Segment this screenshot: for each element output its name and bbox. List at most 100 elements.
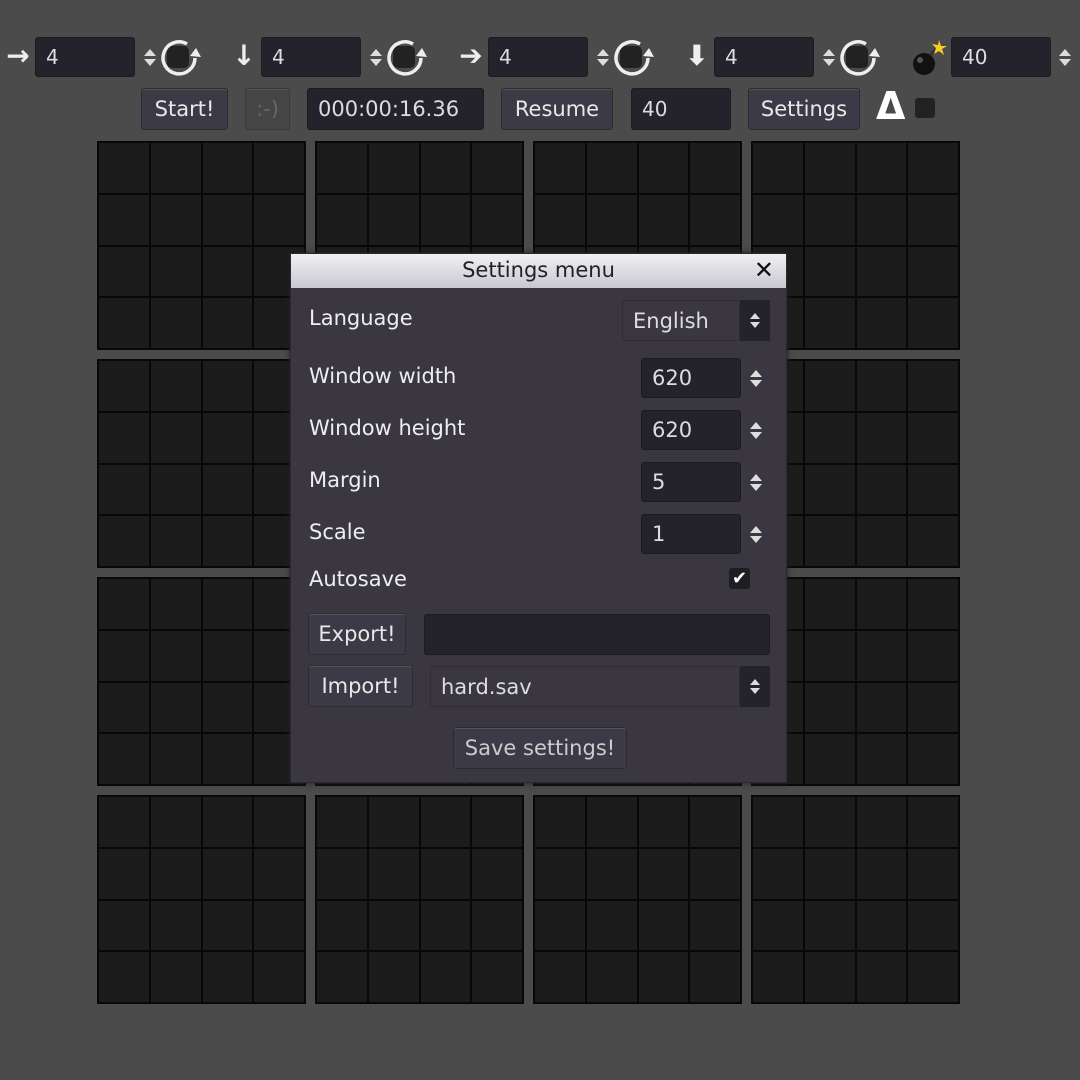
board-cell[interactable] [254,797,304,847]
board-cell[interactable] [150,516,201,566]
board-cell[interactable] [202,734,253,784]
board-cell[interactable] [908,797,958,847]
board-cell[interactable] [99,194,149,245]
board-cell[interactable] [753,143,803,193]
board-cell[interactable] [254,143,304,193]
board-cell[interactable] [804,848,855,899]
board-cell[interactable] [420,143,471,193]
dialog-title-bar[interactable]: Settings menu ✕ [291,254,786,288]
board-cell[interactable] [99,900,149,951]
board-cell[interactable] [804,516,855,566]
board-cell[interactable] [472,900,522,951]
board-cell[interactable] [638,143,689,193]
rotate-toggle-icon[interactable] [610,36,656,82]
board-cell[interactable] [856,298,907,348]
board-cell[interactable] [535,848,585,899]
board-cell[interactable] [99,734,149,784]
spin-arrows-icon[interactable] [749,412,763,448]
board-cell[interactable] [202,952,253,1002]
board-cell[interactable] [150,194,201,245]
dimension-input[interactable]: 4 [261,37,361,77]
board-cell[interactable] [804,246,855,297]
board-cell[interactable] [856,952,907,1002]
spin-arrows-icon[interactable] [596,39,610,75]
board-cell[interactable] [420,952,471,1002]
board-cell[interactable] [368,194,419,245]
board-cell[interactable] [804,412,855,463]
board-cell[interactable] [368,900,419,951]
board-cell[interactable] [638,797,689,847]
board-cell[interactable] [472,952,522,1002]
settings-button[interactable]: Settings [748,88,860,130]
board-cell[interactable] [150,900,201,951]
board-cell[interactable] [150,682,201,733]
export-button[interactable]: Export! [308,613,406,655]
board-cell[interactable] [317,143,367,193]
spin-arrows-icon[interactable] [369,39,383,75]
board-cell[interactable] [202,143,253,193]
board-cell[interactable] [150,952,201,1002]
board-cell[interactable] [586,848,637,899]
board-cell[interactable] [586,194,637,245]
export-field[interactable] [424,614,770,655]
board-cell[interactable] [150,143,201,193]
board-cell[interactable] [638,194,689,245]
spin-arrows-icon[interactable] [1058,39,1072,75]
board-cell[interactable] [908,848,958,899]
board-cell[interactable] [804,143,855,193]
smiley-button[interactable]: :-) [245,88,290,130]
board-cell[interactable] [472,194,522,245]
board-cell[interactable] [908,194,958,245]
board-cell[interactable] [254,900,304,951]
spin-arrows-icon[interactable] [822,39,836,75]
board-cell[interactable] [804,630,855,681]
board-cell[interactable] [317,194,367,245]
scale-input[interactable]: 1 [641,514,741,554]
board-cell[interactable] [420,797,471,847]
board-cell[interactable] [753,848,803,899]
board-cell[interactable] [638,900,689,951]
board-cell[interactable] [202,361,253,411]
dimension-input[interactable]: 4 [35,37,135,77]
rotate-toggle-icon[interactable] [383,36,429,82]
window-width-input[interactable]: 620 [641,358,741,398]
board-cell[interactable] [317,797,367,847]
board-cell[interactable] [99,797,149,847]
board-cell[interactable] [856,464,907,515]
spin-arrows-icon[interactable] [749,464,763,500]
board-cell[interactable] [586,797,637,847]
board-cell[interactable] [202,516,253,566]
board-cell[interactable] [690,848,740,899]
language-select[interactable]: English [622,300,770,341]
board-cell[interactable] [908,579,958,629]
mines-input[interactable]: 40 [951,37,1051,77]
board-cell[interactable] [254,194,304,245]
board-cell[interactable] [753,952,803,1002]
board-cell[interactable] [690,143,740,193]
board-cell[interactable] [908,143,958,193]
rotate-toggle-icon[interactable] [836,36,882,82]
board-cell[interactable] [908,361,958,411]
board-cell[interactable] [753,900,803,951]
board-cell[interactable] [856,412,907,463]
board-cell[interactable] [690,797,740,847]
board-cell[interactable] [908,682,958,733]
board-cell[interactable] [804,579,855,629]
board-cell[interactable] [804,734,855,784]
board-cell[interactable] [420,900,471,951]
board-cell[interactable] [586,143,637,193]
board-cell[interactable] [202,848,253,899]
board-cell[interactable] [856,734,907,784]
board-cell[interactable] [99,579,149,629]
board-cell[interactable] [99,464,149,515]
dimension-input[interactable]: 4 [488,37,588,77]
spin-arrows-icon[interactable] [749,360,763,396]
board-cell[interactable] [908,516,958,566]
board-cell[interactable] [856,194,907,245]
board-cell[interactable] [856,246,907,297]
board-cell[interactable] [753,194,803,245]
board-cell[interactable] [368,143,419,193]
board-cell[interactable] [202,630,253,681]
window-height-input[interactable]: 620 [641,410,741,450]
board-cell[interactable] [908,464,958,515]
